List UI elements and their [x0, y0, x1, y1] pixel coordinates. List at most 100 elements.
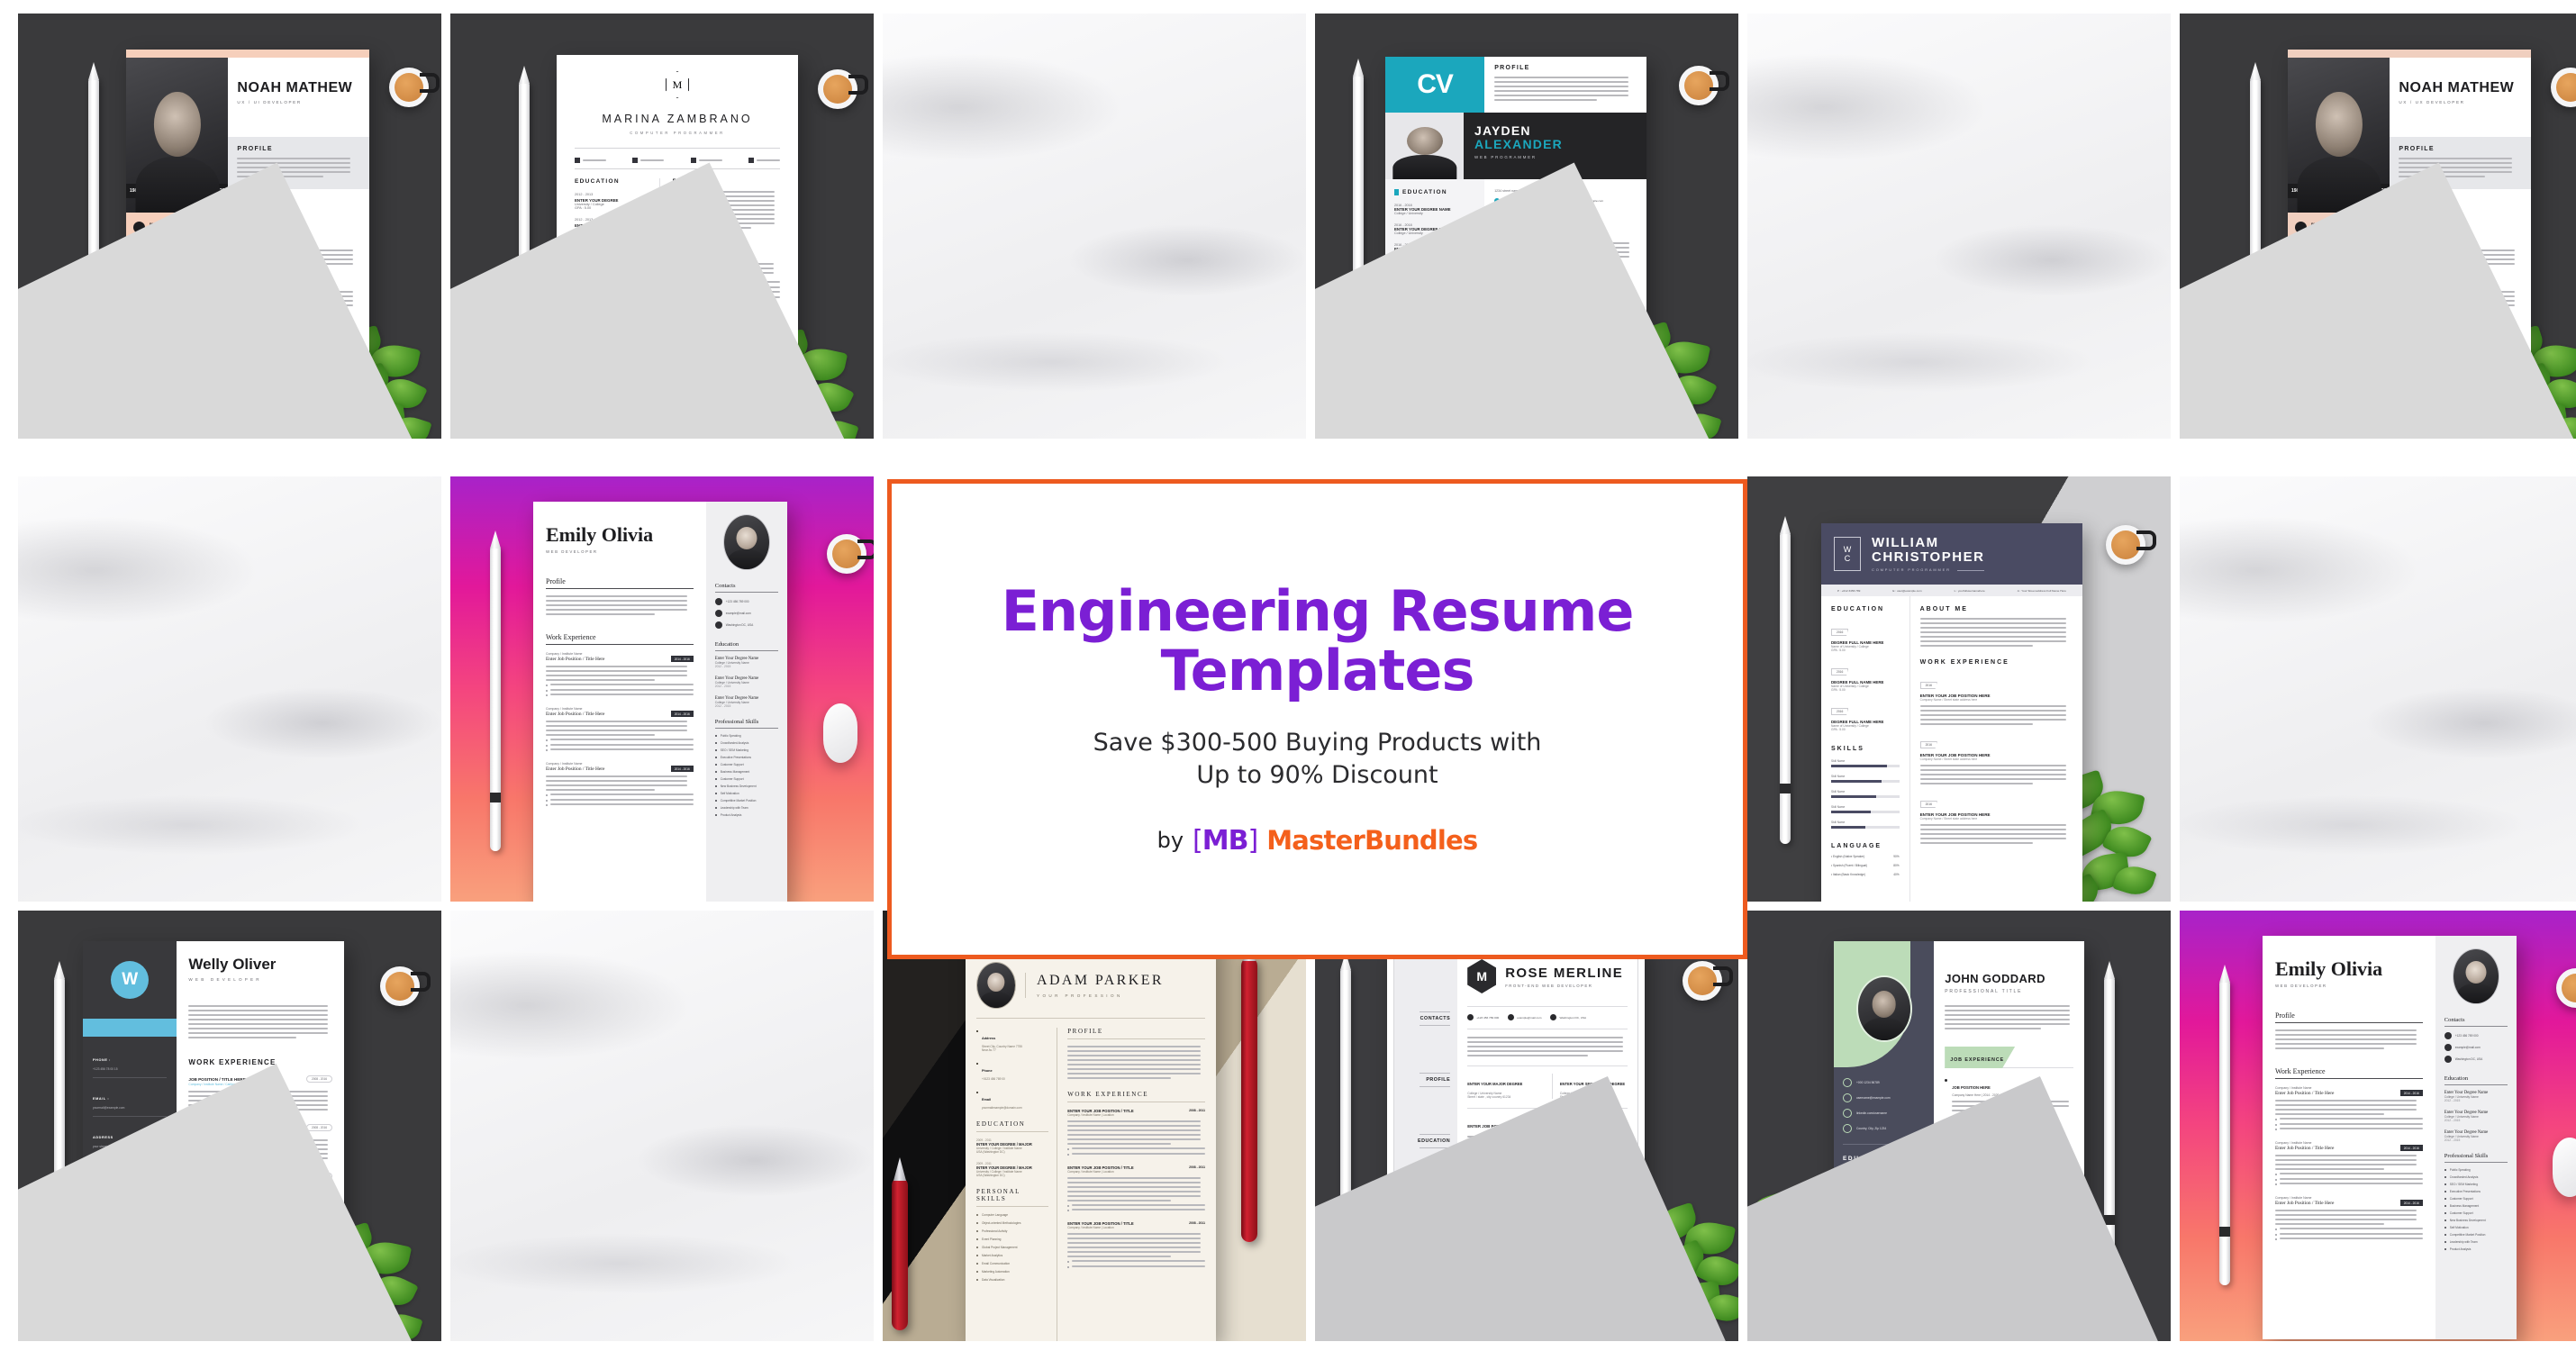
resume-role: YOUR PROFESSION: [2328, 569, 2395, 573]
template-card-john-goddard[interactable]: +000 1234 56789 username@example.com lin…: [1747, 911, 2171, 1341]
resume-role: FRONT-END WEB DEVELOPER: [1879, 109, 1968, 113]
resume-name: WILLIAM: [1872, 534, 1939, 550]
template-card-wilkins-micawber[interactable]: CONTACTS PHONE +123 456 789 000 EMAIL exam…: [18, 476, 441, 902]
mouse-prop: [2553, 1138, 2576, 1197]
hobby-icon: [1990, 1295, 2004, 1309]
resume-name: NOAH MATHEW: [2399, 80, 2515, 95]
monogram-badge: M: [159, 171, 195, 207]
contact-icon: [1204, 140, 1214, 149]
monogram-badge: P: [1031, 70, 1085, 124]
mouse-prop: [823, 703, 857, 763]
template-card-emily-olivia-2[interactable]: Emily Olivia WEB DEVELOPER Profile Work …: [2180, 911, 2576, 1341]
resume-sheet: 1989 2020 M NOAH MATHEW UX / UI DEVELOPE…: [126, 50, 369, 437]
coffee-cup-prop: [1683, 961, 1733, 1001]
hobby-icon: [2012, 1295, 2027, 1309]
template-card-noah-mathew-1[interactable]: 1989 2020 M NOAH MATHEW UX / UI DEVELOPE…: [18, 14, 441, 439]
resume-role: YOUR PROFESSION: [599, 1003, 666, 1007]
template-card-micheal-blick-1[interactable]: M MICHEAL BLICK YOUR PROFESSION CONTACT …: [2180, 476, 2576, 902]
template-card-micheal-blick-2[interactable]: M MICHEAL BLICK YOUR PROFESSION CONTACT …: [450, 911, 874, 1341]
template-card-welly-oliver[interactable]: W PHONE : +123 456 78 00 15 EMAIL : your…: [18, 911, 441, 1341]
contact-icon: [2444, 1056, 2452, 1063]
phone-icon: [133, 222, 145, 233]
address-icon: [128, 619, 138, 629]
mockup-scene: CONTACTS PHONE +123 456 789 000 EMAIL exam…: [18, 476, 441, 902]
phone-icon: [2295, 222, 2307, 233]
linkedin-icon: [690, 158, 696, 163]
location-icon: [1843, 1124, 1852, 1133]
location-icon: [748, 158, 754, 163]
pencil-prop: [2250, 77, 2261, 401]
mockup-scene: M MICHEAL BLICK YOUR PROFESSION CONTACT …: [450, 911, 874, 1341]
social-icon: [1879, 234, 1887, 242]
mockup-scene: M MARINA ZAMBRANO COMPUTER PROGRAMMER ED…: [450, 14, 874, 439]
resume-sheet: Daniel William FRONT-END WEB DEVELOPER +…: [1866, 68, 2111, 439]
hobby-icon: [1945, 1295, 1959, 1309]
linkedin-icon: [1843, 1109, 1852, 1118]
template-card-william-christopher[interactable]: WC WILLIAM CHRISTOPHER COMPUTER PROGRAMM…: [1747, 476, 2171, 902]
contact-icon: [2444, 1044, 2452, 1051]
cv-logo: CV: [1417, 69, 1454, 99]
fountain-pen-prop: [2199, 529, 2216, 869]
template-card-marina-zambrano[interactable]: M MARINA ZAMBRANO COMPUTER PROGRAMMER ED…: [450, 14, 874, 439]
fountain-pen-prop: [469, 963, 486, 1303]
mockup-scene: WC WILLIAM CHRISTOPHER COMPUTER PROGRAMM…: [1747, 476, 2171, 902]
contact-icon: [1550, 1014, 1557, 1020]
template-card-emily-olivia-1[interactable]: Emily Olivia WEB DEVELOPER Profile Work …: [450, 476, 874, 902]
resume-role: COMPUTER PROGRAMMER: [630, 131, 725, 135]
fountain-pen-prop: [1835, 71, 1852, 392]
phone-icon: [575, 158, 580, 163]
promo-subtitle-line1: Save $300-500 Buying Products with: [1093, 728, 1542, 757]
promo-attribution: by [ MB ] MasterBundles: [1157, 825, 1479, 857]
resume-role: COMPUTER PROGRAMMER: [1872, 567, 1984, 572]
fountain-pen-prop: [957, 68, 975, 401]
resume-role: WEB PROGRAMMER: [1474, 155, 1537, 160]
mockup-scene: 1989 2020 M NOAH MATHEW UX / UX DEVELOPE…: [2180, 14, 2576, 439]
template-card-jayden-alexander[interactable]: CV PROFILE JAYDEN ALEXANDER WEB PROGRAMM…: [1315, 14, 1738, 439]
contact-icon: [1508, 1014, 1515, 1020]
resume-role: APPLICATION DEVELOPER: [1090, 111, 1175, 116]
contact-icon: [1532, 198, 1538, 204]
resume-name: MICHEAL BLICK: [567, 986, 697, 1000]
masterbundles-logo-mark: [ MB ]: [1193, 825, 1258, 857]
resume-name: Paul: [1090, 77, 1119, 94]
resume-role: WEB DEVELOPER: [546, 549, 598, 554]
template-card-adam-parker[interactable]: ADAM PARKER YOUR PROFESSION Address Stree…: [883, 911, 1306, 1341]
hobby-icon: [1967, 1295, 1982, 1309]
hobby-icon: [2035, 1295, 2049, 1309]
template-card-paul-hamilton[interactable]: PROFILE EDUCATION 2016 ENTER DEGREE NAME…: [883, 14, 1306, 439]
mockup-scene: CV PROFILE JAYDEN ALEXANDER WEB PROGRAMM…: [1315, 14, 1738, 439]
contact-icon: [1467, 1014, 1474, 1020]
coffee-cup-prop: [2551, 68, 2576, 107]
email-icon: [1843, 1093, 1852, 1102]
pencil-prop: [490, 545, 501, 851]
portrait-photo: [722, 514, 770, 570]
portrait-photo: [1855, 975, 1912, 1042]
mockup-scene: CONTACTS PROFILE EDUCATION WORK EXPERIEN…: [1315, 911, 1738, 1341]
resume-name: Emily Olivia: [546, 523, 654, 546]
template-card-noah-mathew-2[interactable]: 1989 2020 M NOAH MATHEW UX / UX DEVELOPE…: [2180, 14, 2576, 439]
social-icon: [1879, 222, 1887, 230]
pencil-prop: [88, 77, 99, 401]
resume-role: WEB DEVELOPER: [2275, 984, 2327, 988]
resume-sheet: CV PROFILE JAYDEN ALEXANDER WEB PROGRAMM…: [1385, 57, 1646, 439]
contact-icon: [1038, 140, 1048, 149]
coffee-cup-prop: [380, 966, 431, 1006]
template-card-daniel-william[interactable]: Daniel William FRONT-END WEB DEVELOPER +…: [1747, 14, 2171, 439]
coffee-cup-prop: [818, 69, 868, 109]
resume-sheet: 1989 2020 M NOAH MATHEW UX / UX DEVELOPE…: [2288, 50, 2531, 437]
address-icon: [133, 263, 145, 275]
mockup-scene: Emily Olivia WEB DEVELOPER Profile Work …: [450, 476, 874, 902]
pencil-prop: [2104, 975, 2115, 1273]
promo-title-line1: Engineering Resume: [1001, 578, 1635, 645]
resume-sheet: Emily Olivia WEB DEVELOPER Profile Work …: [2263, 936, 2517, 1339]
resume-sheet: CONTACTS PROFILE EDUCATION WORK EXPERIEN…: [1387, 941, 1645, 1337]
phone-icon: [1843, 1078, 1852, 1087]
resume-role: PROFESSIONAL TITLE: [1945, 989, 2023, 994]
email-icon: [632, 158, 639, 163]
portrait-photo: [2063, 82, 2099, 118]
contact-icon: [2051, 129, 2059, 137]
pencil-prop: [2219, 979, 2230, 1285]
template-card-rose-merline[interactable]: CONTACTS PROFILE EDUCATION WORK EXPERIEN…: [1315, 911, 1738, 1341]
address-icon: [2295, 263, 2307, 275]
mockup-scene: Emily Olivia WEB DEVELOPER Profile Work …: [2180, 911, 2576, 1341]
